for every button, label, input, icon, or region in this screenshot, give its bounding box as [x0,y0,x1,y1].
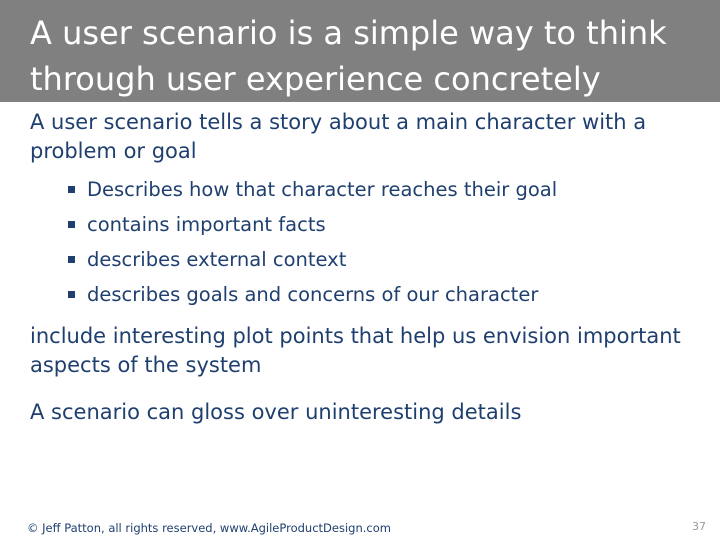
list-item: describes external context [68,242,715,277]
slide-title: A user scenario is a simple way to think… [30,14,667,98]
bullet-list: Describes how that character reaches the… [30,172,715,312]
list-item: Describes how that character reaches the… [68,172,715,207]
square-bullet-icon [68,221,75,228]
gloss-paragraph: A scenario can gloss over uninteresting … [30,400,522,424]
list-item: describes goals and concerns of our char… [68,277,715,312]
footer-copyright: © Jeff Patton, all rights reserved, www.… [27,521,391,535]
square-bullet-icon [68,256,75,263]
square-bullet-icon [68,291,75,298]
plot-points-paragraph: include interesting plot points that hel… [30,324,681,377]
bullet-text: describes external context [87,248,347,271]
list-item: contains important facts [68,207,715,242]
intro-paragraph: A user scenario tells a story about a ma… [30,110,647,163]
bullet-text: Describes how that character reaches the… [87,178,558,201]
square-bullet-icon [68,186,75,193]
page-number: 37 [692,520,706,533]
bullet-text: describes goals and concerns of our char… [87,283,539,306]
bullet-text: contains important facts [87,213,326,236]
title-bar: A user scenario is a simple way to think… [0,0,720,102]
slide-content: A user scenario tells a story about a ma… [30,108,715,427]
